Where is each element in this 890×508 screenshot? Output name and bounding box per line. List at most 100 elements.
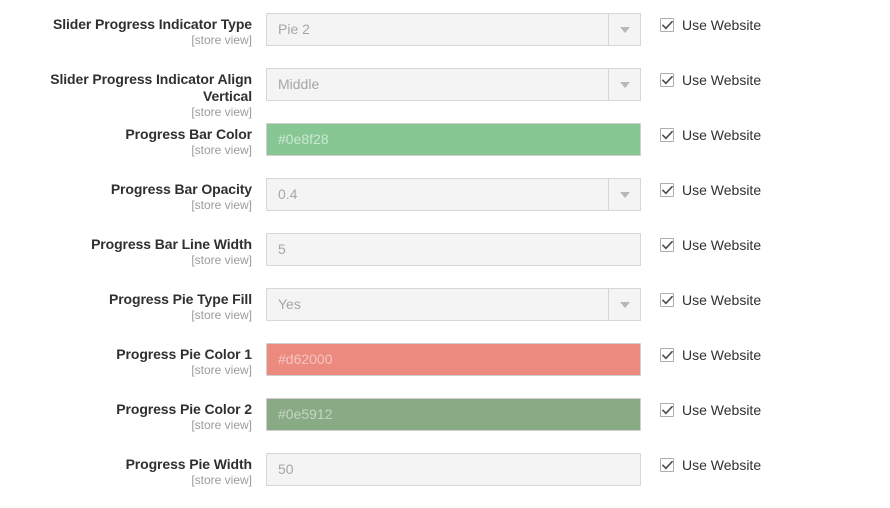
color-input-progress-pie-color-2[interactable]: #0e5912 xyxy=(266,398,641,431)
field-label-progress-pie-type-fill: Progress Pie Type Fill [store view] xyxy=(0,288,266,322)
checkmark-icon xyxy=(661,130,673,139)
field-scope-note: [store view] xyxy=(191,105,252,119)
color-input-progress-bar-color[interactable]: #0e8f28 xyxy=(266,123,641,156)
use-website-checkbox[interactable] xyxy=(660,183,674,197)
use-website-checkbox[interactable] xyxy=(660,128,674,142)
use-website-checkbox[interactable] xyxy=(660,18,674,32)
field-row-slider-progress-indicator-type: Slider Progress Indicator Type [store vie… xyxy=(0,13,890,68)
field-label-text: Slider Progress Indicator Type xyxy=(52,16,252,32)
use-website-checkbox[interactable] xyxy=(660,293,674,307)
field-label-progress-pie-color-2: Progress Pie Color 2 [store view] xyxy=(0,398,266,432)
use-website-group-progress-pie-color-2[interactable]: Use Website xyxy=(641,398,890,417)
checkmark-icon xyxy=(661,460,673,469)
use-website-group-progress-pie-color-1[interactable]: Use Website xyxy=(641,343,890,362)
field-label-text: Slider Progress Indicator Align Vertical xyxy=(50,71,252,104)
use-website-group-slider-progress-indicator-align-vertical[interactable]: Use Website xyxy=(641,68,890,87)
use-website-label: Use Website xyxy=(682,127,762,143)
field-control-wrap: Middle xyxy=(266,68,641,101)
field-row-progress-pie-color-2: Progress Pie Color 2 [store view] #0e5912 U… xyxy=(0,398,890,453)
field-label-text: Progress Bar Color xyxy=(125,126,252,142)
field-label-progress-pie-width: Progress Pie Width [store view] xyxy=(0,453,266,487)
field-label-text: Progress Pie Color 2 xyxy=(116,401,252,417)
chevron-down-icon xyxy=(619,191,630,198)
field-control-wrap: 50 xyxy=(266,453,641,486)
use-website-label: Use Website xyxy=(682,182,762,198)
settings-form: Slider Progress Indicator Type [store vie… xyxy=(0,0,890,508)
use-website-checkbox[interactable] xyxy=(660,73,674,87)
field-label-slider-progress-indicator-type: Slider Progress Indicator Type [store vie… xyxy=(0,13,266,47)
field-row-progress-pie-type-fill: Progress Pie Type Fill [store view] Yes Use… xyxy=(0,288,890,343)
field-row-progress-bar-opacity: Progress Bar Opacity [store view] 0.4 Use W… xyxy=(0,178,890,233)
dropdown-toggle[interactable] xyxy=(608,288,641,321)
use-website-label: Use Website xyxy=(682,292,762,308)
field-label-text: Progress Bar Line Width xyxy=(91,236,252,252)
select-progress-pie-type-fill[interactable]: Yes xyxy=(266,288,641,321)
field-scope-note: [store view] xyxy=(191,418,252,432)
text-input-progress-pie-width[interactable]: 50 xyxy=(266,453,641,486)
use-website-group-progress-pie-width[interactable]: Use Website xyxy=(641,453,890,472)
field-row-progress-pie-color-1: Progress Pie Color 1 [store view] #d62000 U… xyxy=(0,343,890,398)
checkmark-icon xyxy=(661,240,673,249)
field-row-slider-progress-indicator-align-vertical: Slider Progress Indicator Align Vertical… xyxy=(0,68,890,123)
field-value-text: 5 xyxy=(278,241,286,257)
checkmark-icon xyxy=(661,185,673,194)
checkmark-icon xyxy=(661,20,673,29)
field-control-wrap: #0e8f28 xyxy=(266,123,641,156)
field-value-text: #0e5912 xyxy=(278,406,333,422)
field-label-progress-bar-line-width: Progress Bar Line Width [store view] xyxy=(0,233,266,267)
field-row-progress-bar-color: Progress Bar Color [store view] #0e8f28 Use… xyxy=(0,123,890,178)
field-row-progress-bar-line-width: Progress Bar Line Width [store view] 5 Use … xyxy=(0,233,890,288)
chevron-down-icon xyxy=(619,26,630,33)
field-scope-note: [store view] xyxy=(191,33,252,47)
checkmark-icon xyxy=(661,405,673,414)
use-website-label: Use Website xyxy=(682,72,762,88)
use-website-label: Use Website xyxy=(682,347,762,363)
use-website-checkbox[interactable] xyxy=(660,403,674,417)
field-value-text: #d62000 xyxy=(278,351,333,367)
use-website-group-slider-progress-indicator-type[interactable]: Use Website xyxy=(641,13,890,32)
use-website-group-progress-bar-line-width[interactable]: Use Website xyxy=(641,233,890,252)
field-label-progress-pie-color-1: Progress Pie Color 1 [store view] xyxy=(0,343,266,377)
field-label-text: Progress Pie Width xyxy=(125,456,253,472)
use-website-checkbox[interactable] xyxy=(660,458,674,472)
use-website-checkbox[interactable] xyxy=(660,348,674,362)
select-slider-progress-indicator-align-vertical[interactable]: Middle xyxy=(266,68,641,101)
field-label-text: Progress Pie Type Fill xyxy=(108,291,252,307)
field-control-wrap: 5 xyxy=(266,233,641,266)
checkmark-icon xyxy=(661,350,673,359)
color-input-progress-pie-color-1[interactable]: #d62000 xyxy=(266,343,641,376)
field-value-text: 50 xyxy=(278,461,294,477)
field-value-text: Pie 2 xyxy=(278,21,310,37)
select-slider-progress-indicator-type[interactable]: Pie 2 xyxy=(266,13,641,46)
chevron-down-icon xyxy=(619,301,630,308)
use-website-group-progress-bar-color[interactable]: Use Website xyxy=(641,123,890,142)
field-label-text: Progress Bar Opacity xyxy=(110,181,252,197)
field-label-text: Progress Pie Color 1 xyxy=(116,346,252,362)
field-value-text: 0.4 xyxy=(278,186,298,202)
text-input-progress-bar-line-width[interactable]: 5 xyxy=(266,233,641,266)
use-website-label: Use Website xyxy=(682,402,762,418)
use-website-group-progress-pie-type-fill[interactable]: Use Website xyxy=(641,288,890,307)
field-scope-note: [store view] xyxy=(191,198,252,212)
field-control-wrap: #d62000 xyxy=(266,343,641,376)
dropdown-toggle[interactable] xyxy=(608,68,641,101)
select-progress-bar-opacity[interactable]: 0.4 xyxy=(266,178,641,211)
use-website-checkbox[interactable] xyxy=(660,238,674,252)
field-label-progress-bar-color: Progress Bar Color [store view] xyxy=(0,123,266,157)
dropdown-toggle[interactable] xyxy=(608,13,641,46)
field-scope-note: [store view] xyxy=(191,253,252,267)
use-website-label: Use Website xyxy=(682,457,762,473)
field-row-progress-pie-width: Progress Pie Width [store view] 50 Use Webs… xyxy=(0,453,890,508)
use-website-label: Use Website xyxy=(682,237,762,253)
field-label-progress-bar-opacity: Progress Bar Opacity [store view] xyxy=(0,178,266,212)
field-control-wrap: 0.4 xyxy=(266,178,641,211)
checkmark-icon xyxy=(661,75,673,84)
field-control-wrap: #0e5912 xyxy=(266,398,641,431)
checkmark-icon xyxy=(661,295,673,304)
field-scope-note: [store view] xyxy=(191,363,252,377)
field-control-wrap: Yes xyxy=(266,288,641,321)
dropdown-toggle[interactable] xyxy=(608,178,641,211)
field-scope-note: [store view] xyxy=(191,143,252,157)
field-scope-note: [store view] xyxy=(191,308,252,322)
use-website-group-progress-bar-opacity[interactable]: Use Website xyxy=(641,178,890,197)
